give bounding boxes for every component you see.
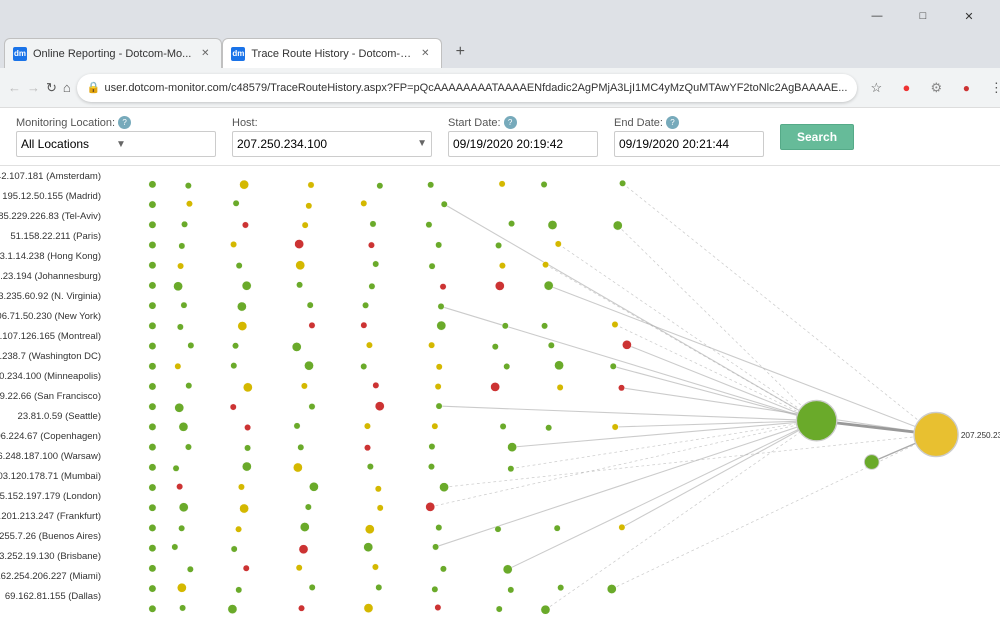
url-bar[interactable]: 🔒 user.dotcom-monitor.com/c48579/TraceRo…: [77, 74, 858, 102]
tab-bar: dm Online Reporting - Dotcom-Mo... ✕ dm …: [0, 32, 1000, 68]
end-date-info-icon[interactable]: ?: [666, 116, 679, 129]
location-label: 23.235.60.92 (N. Virginia): [0, 286, 105, 306]
more-options-button[interactable]: ⋮: [983, 75, 1000, 101]
start-date-group: Start Date: ?: [448, 116, 598, 157]
location-label: 4.107.126.165 (Montreal): [0, 326, 105, 346]
location-label: 195.12.50.155 (Madrid): [0, 186, 105, 206]
network-graph: 207.250.234.100 (dmage: [105, 166, 1000, 625]
profile-button[interactable]: ●: [953, 75, 979, 101]
tab-title-2: Trace Route History - Dotcom-M...: [251, 48, 411, 60]
monitoring-location-group: Monitoring Location: ? All Locations ▼: [16, 116, 216, 157]
start-date-input[interactable]: [448, 131, 598, 157]
host-input-wrapper: ▼: [232, 131, 432, 157]
monitoring-location-select[interactable]: All Locations ▼: [16, 131, 216, 157]
host-group: Host: ▼: [232, 117, 432, 157]
location-label: 69.162.81.155 (Dallas): [0, 586, 105, 606]
select-arrow-icon: ▼: [116, 139, 211, 150]
location-label: 162.254.206.227 (Miami): [0, 566, 105, 586]
end-date-input[interactable]: [614, 131, 764, 157]
tab-trace-route[interactable]: dm Trace Route History - Dotcom-M... ✕: [222, 38, 442, 68]
close-window-button[interactable]: ✕: [946, 1, 992, 31]
maximize-button[interactable]: □: [900, 1, 946, 31]
forward-button[interactable]: →: [27, 75, 40, 101]
browser-window: — □ ✕ dm Online Reporting - Dotcom-Mo...…: [0, 0, 1000, 625]
start-date-info-icon[interactable]: ?: [504, 116, 517, 129]
location-label: 51.158.22.211 (Paris): [0, 226, 105, 246]
location-label: 21.23.194 (Johannesburg): [0, 266, 105, 286]
visualization-area: 142.107.181 (Amsterdam)195.12.50.155 (Ma…: [0, 166, 1000, 625]
host-label: Host:: [232, 117, 432, 129]
location-label: 142.107.181 (Amsterdam): [0, 166, 105, 186]
destination-node[interactable]: 207.250.234.100 (dmage: [914, 412, 1000, 456]
home-button[interactable]: ⌂: [63, 75, 71, 101]
network-dots: [149, 180, 632, 614]
browser-icons: ☆ ● ⚙ ● ⋮: [863, 75, 1000, 101]
main-content: Monitoring Location: ? All Locations ▼ H…: [0, 108, 1000, 625]
end-date-group: End Date: ?: [614, 116, 764, 157]
location-label: 5.201.213.247 (Frankfurt): [0, 506, 105, 526]
minimize-button[interactable]: —: [854, 1, 900, 31]
location-label: 185.229.226.83 (Tel-Aviv): [0, 206, 105, 226]
back-button[interactable]: ←: [8, 75, 21, 101]
refresh-button[interactable]: ↻: [46, 75, 57, 101]
end-date-label: End Date: ?: [614, 116, 764, 129]
lock-icon: 🔒: [87, 81, 101, 94]
network-lines: [430, 183, 936, 609]
tab-close-2[interactable]: ✕: [417, 46, 433, 62]
extension-2-button[interactable]: ⚙: [923, 75, 949, 101]
tab-favicon-1: dm: [13, 47, 27, 61]
location-label: 5.152.197.179 (London): [0, 486, 105, 506]
tab-close-1[interactable]: ✕: [197, 46, 213, 62]
host-input[interactable]: [237, 137, 413, 151]
url-text: user.dotcom-monitor.com/c48579/TraceRout…: [104, 82, 847, 94]
location-label: 123.252.19.130 (Brisbane): [0, 546, 105, 566]
extension-1-button[interactable]: ●: [893, 75, 919, 101]
tab-online-reporting[interactable]: dm Online Reporting - Dotcom-Mo... ✕: [4, 38, 222, 68]
search-button[interactable]: Search: [780, 124, 854, 150]
start-date-label: Start Date: ?: [448, 116, 598, 129]
hub-node[interactable]: [796, 400, 836, 440]
location-label: 103.120.178.71 (Mumbai): [0, 466, 105, 486]
location-label: 46.248.187.100 (Warsaw): [0, 446, 105, 466]
location-label: 38.238.7 (Washington DC): [0, 346, 105, 366]
title-bar: — □ ✕: [0, 0, 1000, 32]
new-tab-button[interactable]: +: [446, 38, 474, 66]
address-bar: ← → ↻ ⌂ 🔒 user.dotcom-monitor.com/c48579…: [0, 68, 1000, 108]
location-labels: 142.107.181 (Amsterdam)195.12.50.155 (Ma…: [0, 166, 105, 625]
host-dropdown-arrow-icon: ▼: [417, 138, 427, 149]
filter-bar: Monitoring Location: ? All Locations ▼ H…: [0, 108, 1000, 166]
monitoring-location-label: Monitoring Location: ?: [16, 116, 216, 129]
location-label: 206.71.50.230 (New York): [0, 306, 105, 326]
location-label: 1.255.7.26 (Buenos Aires): [0, 526, 105, 546]
svg-text:207.250.234.100 (dmage: 207.250.234.100 (dmage: [961, 431, 1000, 440]
location-label: 23.81.0.59 (Seattle): [0, 406, 105, 426]
location-label: 206.224.67 (Copenhagen): [0, 426, 105, 446]
location-label: 103.1.14.238 (Hong Kong): [0, 246, 105, 266]
bookmark-star-button[interactable]: ☆: [863, 75, 889, 101]
monitoring-location-info-icon[interactable]: ?: [118, 116, 131, 129]
location-label: 5.49.22.66 (San Francisco): [0, 386, 105, 406]
tab-title-1: Online Reporting - Dotcom-Mo...: [33, 48, 191, 60]
tab-favicon-2: dm: [231, 47, 245, 61]
location-label: 50.234.100 (Minneapolis): [0, 366, 105, 386]
network-svg: 207.250.234.100 (dmage: [105, 166, 1000, 625]
